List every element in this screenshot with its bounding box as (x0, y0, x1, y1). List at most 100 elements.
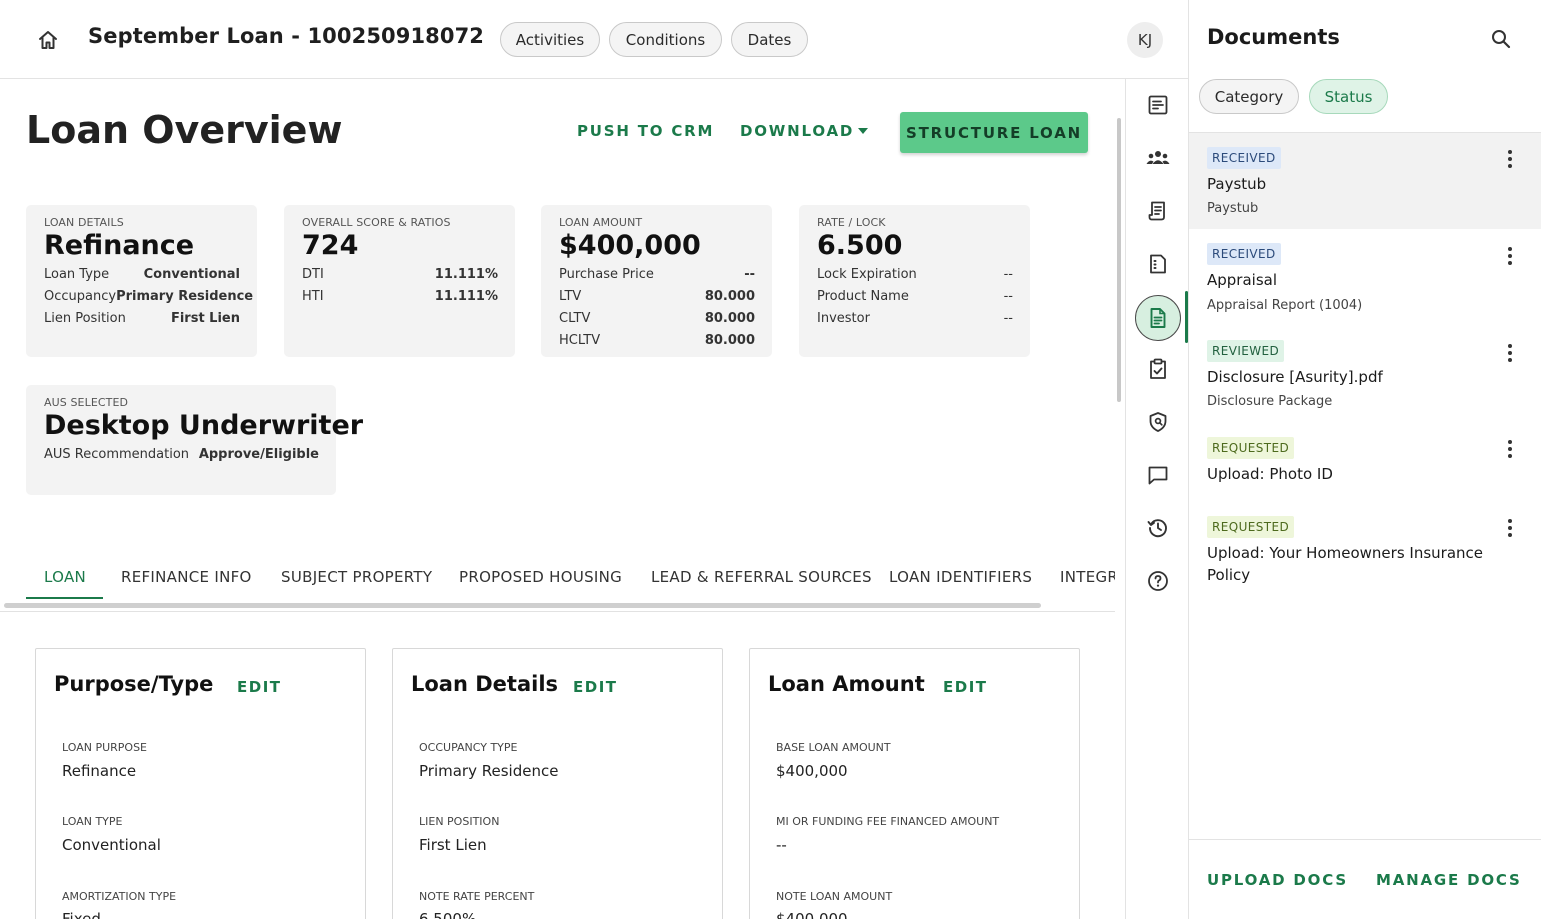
download-caret-icon[interactable] (858, 128, 868, 134)
active-tab-indicator (26, 597, 103, 599)
tabs-scrollbar[interactable] (4, 603, 1041, 608)
more-options-icon[interactable] (1503, 439, 1517, 459)
more-options-icon[interactable] (1503, 343, 1517, 363)
purpose-type-section: Purpose/Type EDIT LOAN PURPOSE Refinance… (35, 648, 366, 919)
document-item-insurance[interactable]: REQUESTED Upload: Your Homeowners Insura… (1189, 503, 1541, 599)
document-name: Upload: Your Homeowners Insurance Policy (1207, 544, 1483, 584)
status-badge: REQUESTED (1207, 516, 1295, 538)
receipt-icon[interactable] (1145, 198, 1171, 224)
card-row: DTI 11.111% (302, 267, 498, 285)
edit-loan-details-button[interactable]: EDIT (573, 678, 618, 696)
row-value: 80.000 (704, 333, 755, 348)
document-item-photo-id[interactable]: REQUESTED Upload: Photo ID (1189, 424, 1541, 502)
row-key: HCLTV (559, 333, 601, 348)
tab-proposed-housing[interactable]: PROPOSED HOUSING (459, 568, 622, 586)
status-badge: REVIEWED (1207, 340, 1285, 362)
document-item-paystub[interactable]: RECEIVED Paystub Paystub (1189, 133, 1541, 229)
row-value: -- (744, 267, 755, 282)
manage-docs-button[interactable]: MANAGE DOCS (1376, 871, 1522, 889)
category-filter-chip[interactable]: Category (1199, 79, 1299, 114)
card-value: $400,000 (559, 230, 701, 261)
row-key: DTI (302, 267, 324, 282)
tab-loan[interactable]: LOAN (44, 568, 86, 586)
row-key: LTV (559, 289, 582, 304)
page-title: Loan Overview (26, 108, 343, 152)
history-icon[interactable] (1145, 515, 1171, 541)
search-icon[interactable] (1489, 27, 1513, 51)
card-row: CLTV 80.000 (559, 311, 755, 329)
field-value: -- (776, 836, 787, 854)
top-bar: September Loan - 100250918072 Activities… (0, 0, 1188, 79)
status-filter-chip[interactable]: Status (1309, 79, 1388, 114)
user-avatar[interactable]: KJ (1127, 22, 1163, 58)
edit-loan-amount-button[interactable]: EDIT (943, 678, 988, 696)
document-item-disclosure[interactable]: REVIEWED Disclosure [Asurity].pdf Disclo… (1189, 327, 1541, 423)
card-row: AUS Recommendation Approve/Eligible (44, 447, 319, 465)
activities-chip[interactable]: Activities (500, 22, 600, 57)
status-badge: RECEIVED (1207, 243, 1281, 265)
documents-title: Documents (1207, 25, 1340, 49)
more-options-icon[interactable] (1503, 246, 1517, 266)
tab-subject-property[interactable]: SUBJECT PROPERTY (281, 568, 432, 586)
documents-icon[interactable] (1145, 305, 1171, 331)
card-value: Desktop Underwriter (44, 410, 364, 441)
card-row: Occupancy Primary Residence (44, 289, 253, 307)
loan-title: September Loan - 100250918072 (88, 24, 485, 48)
card-label: AUS SELECTED (44, 396, 129, 409)
section-title: Purpose/Type (54, 672, 214, 696)
row-key: Product Name (817, 289, 909, 304)
conditions-chip[interactable]: Conditions (609, 22, 722, 57)
field-value: Fixed (62, 910, 101, 919)
more-options-icon[interactable] (1503, 518, 1517, 538)
field-label: LIEN POSITION (419, 815, 500, 828)
help-icon[interactable] (1145, 568, 1171, 594)
card-row: Product Name -- (817, 289, 1013, 307)
status-badge: RECEIVED (1207, 147, 1281, 169)
score-ratios-card: OVERALL SCORE & RATIOS 724 DTI 11.111% HT… (284, 205, 515, 357)
field-label: NOTE RATE PERCENT (419, 890, 535, 903)
structure-loan-button[interactable]: STRUCTURE LOAN (900, 112, 1088, 153)
security-shield-icon[interactable] (1145, 409, 1171, 435)
rate-lock-card: RATE / LOCK 6.500 Lock Expiration -- Prod… (799, 205, 1030, 357)
row-value: First Lien (170, 311, 240, 326)
chat-icon[interactable] (1145, 462, 1171, 488)
card-label: LOAN DETAILS (44, 216, 124, 229)
tab-refinance-info[interactable]: REFINANCE INFO (121, 568, 252, 586)
document-item-appraisal[interactable]: RECEIVED Appraisal Appraisal Report (100… (1189, 230, 1541, 326)
home-icon[interactable] (34, 26, 62, 54)
row-key: Lock Expiration (817, 267, 917, 282)
row-key: Loan Type (44, 267, 110, 282)
summary-icon[interactable] (1145, 92, 1171, 118)
document-name: Appraisal (1207, 271, 1278, 289)
checklist-doc-icon[interactable] (1145, 251, 1171, 277)
main-scrollbar[interactable] (1117, 118, 1121, 402)
dates-chip[interactable]: Dates (731, 22, 808, 57)
document-name: Paystub (1207, 175, 1267, 193)
edit-purpose-button[interactable]: EDIT (237, 678, 282, 696)
tab-integrations[interactable]: INTEGR (1060, 568, 1115, 586)
card-row: HCLTV 80.000 (559, 333, 755, 351)
row-value: -- (1003, 289, 1013, 304)
documents-panel: Documents Category Status RECEIVED Payst… (1188, 0, 1541, 919)
field-label: BASE LOAN AMOUNT (776, 741, 891, 754)
upload-docs-button[interactable]: UPLOAD DOCS (1207, 871, 1348, 889)
row-value: 11.111% (434, 267, 498, 282)
borrowers-icon[interactable] (1145, 145, 1171, 171)
download-button[interactable]: DOWNLOAD (740, 122, 854, 140)
icon-rail (1125, 79, 1188, 919)
tab-lead-referral-sources[interactable]: LEAD & REFERRAL SOURCES (651, 568, 872, 586)
field-label: AMORTIZATION TYPE (62, 890, 177, 903)
field-value: 6.500% (419, 910, 477, 919)
card-value: Refinance (44, 230, 195, 261)
tab-loan-identifiers[interactable]: LOAN IDENTIFIERS (889, 568, 1032, 586)
more-options-icon[interactable] (1503, 149, 1517, 169)
row-key: Purchase Price (559, 267, 654, 282)
field-label: LOAN TYPE (62, 815, 123, 828)
card-row: Purchase Price -- (559, 267, 755, 285)
card-row: Investor -- (817, 311, 1013, 329)
conditions-clipboard-icon[interactable] (1145, 356, 1171, 382)
card-value: 724 (302, 230, 359, 261)
row-value: Conventional (143, 267, 240, 282)
push-to-crm-button[interactable]: PUSH TO CRM (577, 122, 714, 140)
document-type: Paystub (1207, 201, 1259, 216)
